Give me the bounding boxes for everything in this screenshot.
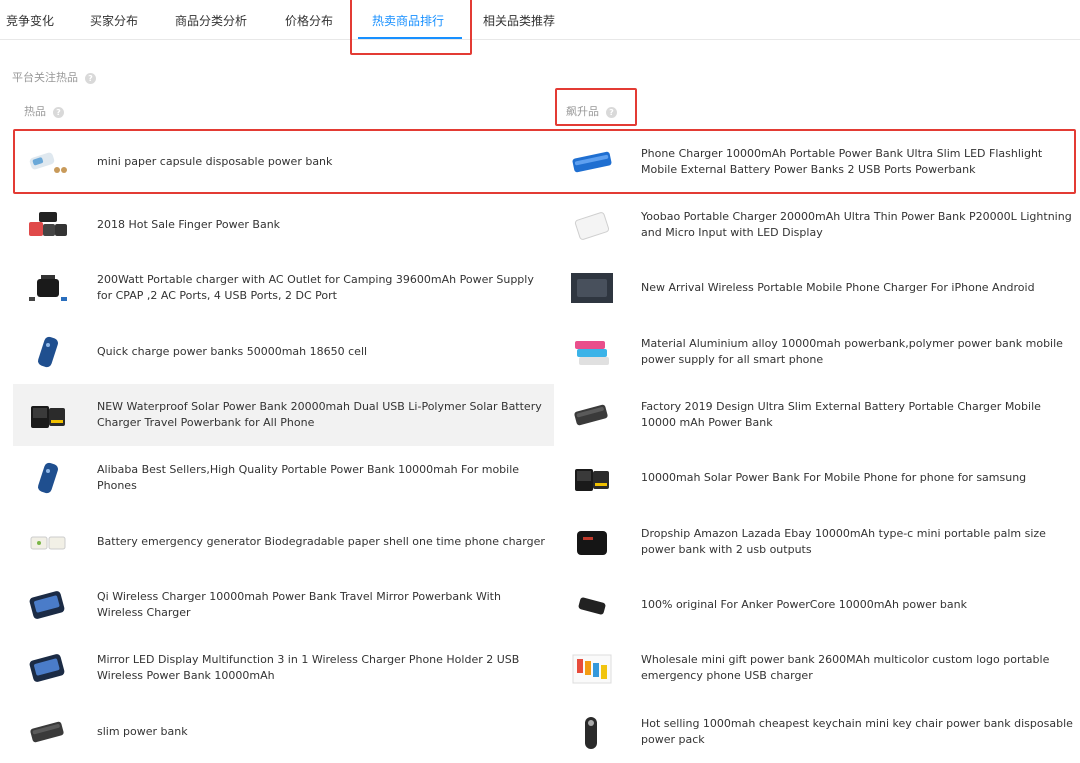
- help-icon[interactable]: ?: [606, 106, 617, 118]
- finger-power-bank-icon: [27, 206, 69, 244]
- paper-charger-icon: [27, 523, 69, 561]
- hot-product-name[interactable]: Mirror LED Display Multifunction 3 in 1 …: [97, 652, 547, 684]
- hot-product-text: Qi Wireless Charger 10000mah Power Bank …: [97, 574, 547, 636]
- hot-product-text: slim power bank: [97, 701, 547, 763]
- hot-product-name[interactable]: Battery emergency generator Biodegradabl…: [97, 534, 545, 550]
- slim-power-bank-icon: [571, 396, 613, 434]
- rising-product-text: Phone Charger 10000mAh Portable Power Ba…: [641, 131, 1077, 193]
- active-tab-indicator: [358, 37, 462, 39]
- rising-product-name[interactable]: 10000mah Solar Power Bank For Mobile Pho…: [641, 470, 1026, 486]
- tab-bar: 竞争变化 买家分布 商品分类分析 价格分布 热卖商品排行 相关品类推荐: [0, 0, 1080, 40]
- hot-product-name[interactable]: Qi Wireless Charger 10000mah Power Bank …: [97, 589, 547, 621]
- hot-product-row[interactable]: mini paper capsule disposable power bank: [13, 131, 554, 193]
- help-icon[interactable]: ?: [85, 72, 96, 84]
- black-power-bank-icon: [571, 586, 613, 624]
- rising-product-row[interactable]: Factory 2019 Design Ultra Slim External …: [557, 384, 1077, 446]
- rising-product-name[interactable]: Phone Charger 10000mAh Portable Power Ba…: [641, 146, 1077, 178]
- keychain-power-bank-icon: [571, 713, 613, 751]
- section-title: 平台关注热品?: [12, 69, 96, 85]
- rising-product-row[interactable]: Hot selling 1000mah cheapest keychain mi…: [557, 701, 1077, 763]
- rising-product-text: Yoobao Portable Charger 20000mAh Ultra T…: [641, 194, 1077, 256]
- hot-product-text: Mirror LED Display Multifunction 3 in 1 …: [97, 637, 547, 699]
- hot-product-name[interactable]: Alibaba Best Sellers,High Quality Portab…: [97, 462, 547, 494]
- hot-product-text: 200Watt Portable charger with AC Outlet …: [97, 257, 547, 319]
- rising-product-text: New Arrival Wireless Portable Mobile Pho…: [641, 257, 1077, 319]
- wireless-charger-icon: [27, 586, 69, 624]
- rising-product-row[interactable]: Yoobao Portable Charger 20000mAh Ultra T…: [557, 194, 1077, 256]
- white-power-bank-icon: [571, 206, 613, 244]
- power-bank-icon: [27, 333, 69, 371]
- hot-product-name[interactable]: 2018 Hot Sale Finger Power Bank: [97, 217, 280, 233]
- tab-price-distribution[interactable]: 价格分布: [285, 0, 333, 40]
- hot-product-text: NEW Waterproof Solar Power Bank 20000mah…: [97, 384, 547, 446]
- hot-product-row[interactable]: Battery emergency generator Biodegradabl…: [13, 511, 554, 573]
- mini-power-bank-icon: [571, 523, 613, 561]
- hot-product-row[interactable]: 200Watt Portable charger with AC Outlet …: [13, 257, 554, 319]
- rising-product-text: Dropship Amazon Lazada Ebay 10000mAh typ…: [641, 511, 1077, 573]
- hot-product-name[interactable]: mini paper capsule disposable power bank: [97, 154, 332, 170]
- hot-product-text: Battery emergency generator Biodegradabl…: [97, 511, 547, 573]
- column-header-rising-label: 飙升品: [566, 105, 599, 118]
- hot-product-row[interactable]: Alibaba Best Sellers,High Quality Portab…: [13, 447, 554, 509]
- hot-product-name[interactable]: NEW Waterproof Solar Power Bank 20000mah…: [97, 399, 547, 431]
- hot-product-row[interactable]: Quick charge power banks 50000mah 18650 …: [13, 321, 554, 383]
- dark-power-bank-icon: [571, 269, 613, 307]
- hot-product-text: Quick charge power banks 50000mah 18650 …: [97, 321, 547, 383]
- slim-power-bank-icon: [27, 713, 69, 751]
- column-header-rising: 飙升品?: [566, 103, 617, 119]
- portable-charger-icon: [27, 269, 69, 307]
- hot-product-row[interactable]: Mirror LED Display Multifunction 3 in 1 …: [13, 637, 554, 699]
- colorful-power-bank-icon: [571, 333, 613, 371]
- rising-product-name[interactable]: New Arrival Wireless Portable Mobile Pho…: [641, 280, 1035, 296]
- section-title-text: 平台关注热品: [12, 71, 78, 84]
- rising-product-name[interactable]: Material Aluminium alloy 10000mah powerb…: [641, 336, 1077, 368]
- power-bank-icon: [27, 459, 69, 497]
- rising-product-name[interactable]: Factory 2019 Design Ultra Slim External …: [641, 399, 1077, 431]
- blue-power-bank-icon: [571, 143, 613, 181]
- hot-product-row[interactable]: NEW Waterproof Solar Power Bank 20000mah…: [13, 384, 554, 446]
- rising-product-row[interactable]: Dropship Amazon Lazada Ebay 10000mAh typ…: [557, 511, 1077, 573]
- rising-product-name[interactable]: Hot selling 1000mah cheapest keychain mi…: [641, 716, 1077, 748]
- hot-product-name[interactable]: 200Watt Portable charger with AC Outlet …: [97, 272, 547, 304]
- tab-related-categories[interactable]: 相关品类推荐: [483, 0, 555, 40]
- hot-product-name[interactable]: Quick charge power banks 50000mah 18650 …: [97, 344, 367, 360]
- wireless-charger-icon: [27, 649, 69, 687]
- rising-product-name[interactable]: Yoobao Portable Charger 20000mAh Ultra T…: [641, 209, 1077, 241]
- rising-product-text: 100% original For Anker PowerCore 10000m…: [641, 574, 1077, 636]
- hot-product-text: 2018 Hot Sale Finger Power Bank: [97, 194, 547, 256]
- hot-product-text: mini paper capsule disposable power bank: [97, 131, 547, 193]
- rising-product-text: Factory 2019 Design Ultra Slim External …: [641, 384, 1077, 446]
- rising-product-name[interactable]: Wholesale mini gift power bank 2600MAh m…: [641, 652, 1077, 684]
- rising-product-text: Wholesale mini gift power bank 2600MAh m…: [641, 637, 1077, 699]
- help-icon[interactable]: ?: [53, 106, 64, 118]
- rising-product-name[interactable]: 100% original For Anker PowerCore 10000m…: [641, 597, 967, 613]
- hot-product-text: Alibaba Best Sellers,High Quality Portab…: [97, 447, 547, 509]
- hot-product-row[interactable]: 2018 Hot Sale Finger Power Bank: [13, 194, 554, 256]
- column-header-hot-label: 热品: [24, 105, 46, 118]
- rising-product-row[interactable]: Phone Charger 10000mAh Portable Power Ba…: [557, 131, 1077, 193]
- solar-power-bank-icon: [27, 396, 69, 434]
- hot-product-name[interactable]: slim power bank: [97, 724, 188, 740]
- rising-product-text: Material Aluminium alloy 10000mah powerb…: [641, 321, 1077, 383]
- rising-product-row[interactable]: 10000mah Solar Power Bank For Mobile Pho…: [557, 447, 1077, 509]
- rising-product-row[interactable]: Wholesale mini gift power bank 2600MAh m…: [557, 637, 1077, 699]
- rising-product-text: 10000mah Solar Power Bank For Mobile Pho…: [641, 447, 1077, 509]
- hot-product-row[interactable]: slim power bank: [13, 701, 554, 763]
- rising-product-name[interactable]: Dropship Amazon Lazada Ebay 10000mAh typ…: [641, 526, 1077, 558]
- solar-power-bank-icon: [571, 459, 613, 497]
- rising-product-text: Hot selling 1000mah cheapest keychain mi…: [641, 701, 1077, 763]
- rising-product-row[interactable]: Material Aluminium alloy 10000mah powerb…: [557, 321, 1077, 383]
- rising-product-row[interactable]: New Arrival Wireless Portable Mobile Pho…: [557, 257, 1077, 319]
- tab-buyer-distribution[interactable]: 买家分布: [90, 0, 138, 40]
- column-header-hot: 热品?: [24, 103, 64, 119]
- gift-power-bank-icon: [571, 649, 613, 687]
- hot-product-row[interactable]: Qi Wireless Charger 10000mah Power Bank …: [13, 574, 554, 636]
- tab-competition-change[interactable]: 竞争变化: [6, 0, 54, 40]
- capsule-power-bank-icon: [27, 143, 69, 181]
- tab-hot-product-ranking[interactable]: 热卖商品排行: [372, 0, 444, 40]
- rising-product-row[interactable]: 100% original For Anker PowerCore 10000m…: [557, 574, 1077, 636]
- tab-category-analysis[interactable]: 商品分类分析: [175, 0, 247, 40]
